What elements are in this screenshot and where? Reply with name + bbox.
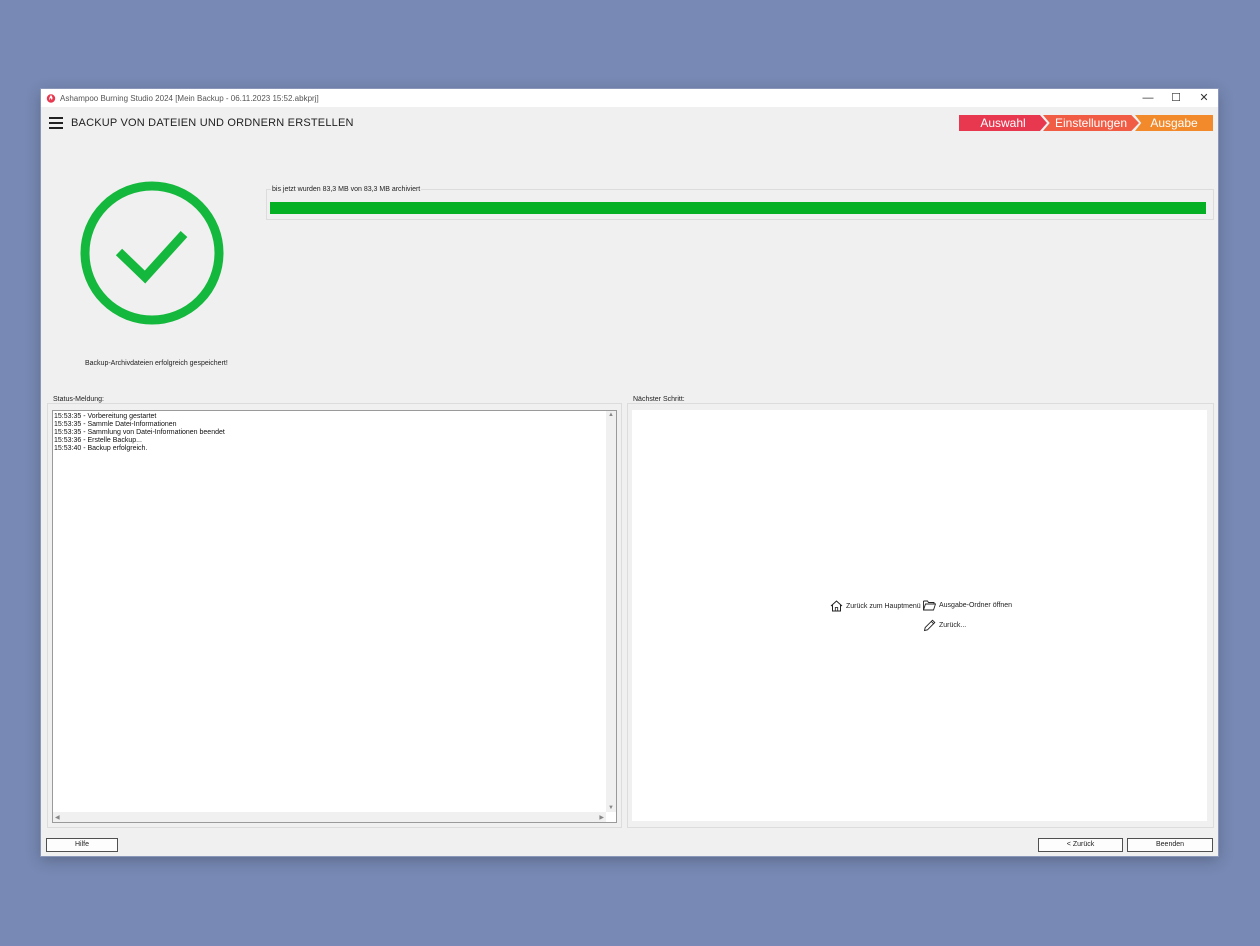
- window-title: Ashampoo Burning Studio 2024 [Mein Backu…: [60, 94, 319, 103]
- page-header: BACKUP VON DATEIEN UND ORDNERN ERSTELLEN…: [41, 107, 1218, 141]
- progress-group: bis jetzt wurden 83,3 MB von 83,3 MB arc…: [266, 186, 1214, 220]
- page-title: BACKUP VON DATEIEN UND ORDNERN ERSTELLEN: [71, 117, 354, 129]
- log-line: 15:53:36 - Erstelle Backup...: [54, 437, 142, 444]
- step-ausgabe: Ausgabe: [1135, 115, 1213, 131]
- title-bar: Ashampoo Burning Studio 2024 [Mein Backu…: [41, 89, 1218, 107]
- next-step-panel: Zurück zum Hauptmenü Ausgabe-Ordner öffn…: [627, 403, 1214, 828]
- next-step-label: Nächster Schritt:: [633, 396, 685, 403]
- back-link[interactable]: Zurück...: [939, 622, 966, 629]
- success-message: Backup-Archivdateien erfolgreich gespeic…: [85, 360, 228, 367]
- log-line: 15:53:35 - Sammle Datei-Informationen: [54, 421, 177, 428]
- open-folder-action[interactable]: Ausgabe-Ordner öffnen: [923, 600, 1012, 611]
- maximize-button[interactable]: ☐: [1162, 89, 1190, 107]
- back-edit-action[interactable]: Zurück...: [923, 619, 966, 632]
- step-auswahl: Auswahl: [959, 115, 1047, 131]
- scroll-up-icon[interactable]: ▲: [608, 412, 614, 418]
- folder-icon: [923, 600, 936, 611]
- scroll-left-icon[interactable]: ◀: [55, 814, 60, 821]
- wizard-steps: Auswahl Einstellungen Ausgabe: [959, 115, 1213, 131]
- app-window: Ashampoo Burning Studio 2024 [Mein Backu…: [41, 89, 1218, 856]
- log-line: 15:53:35 - Vorbereitung gestartet: [54, 413, 157, 420]
- log-line: 15:53:40 - Backup erfolgreich.: [54, 445, 148, 452]
- progress-label: bis jetzt wurden 83,3 MB von 83,3 MB arc…: [271, 186, 422, 193]
- main-menu-link[interactable]: Zurück zum Hauptmenü: [846, 603, 921, 610]
- scroll-right-icon[interactable]: ▶: [599, 814, 604, 821]
- finish-button[interactable]: Beenden: [1127, 838, 1213, 852]
- back-button[interactable]: < Zurück: [1038, 838, 1123, 852]
- main-menu-action[interactable]: Zurück zum Hauptmenü: [830, 600, 921, 612]
- ashampoo-flame-icon: [46, 94, 56, 103]
- log-line: 15:53:35 - Sammlung von Datei-Informatio…: [54, 429, 225, 436]
- progress-bar: [270, 202, 1206, 214]
- status-panel: 15:53:35 - Vorbereitung gestartet 15:53:…: [47, 403, 622, 828]
- next-step-actions: Zurück zum Hauptmenü Ausgabe-Ordner öffn…: [632, 410, 1207, 821]
- status-label: Status-Meldung:: [53, 396, 104, 403]
- success-check-icon: [78, 179, 226, 327]
- menu-icon[interactable]: [49, 117, 63, 129]
- open-folder-link[interactable]: Ausgabe-Ordner öffnen: [939, 602, 1012, 609]
- step-einstellungen: Einstellungen: [1043, 115, 1139, 131]
- status-log-lines: 15:53:35 - Vorbereitung gestartet 15:53:…: [54, 413, 225, 453]
- close-button[interactable]: ✕: [1190, 89, 1218, 107]
- horizontal-scrollbar[interactable]: ◀ ▶: [53, 812, 606, 822]
- scroll-down-icon[interactable]: ▼: [608, 805, 614, 811]
- pencil-icon: [923, 619, 936, 632]
- home-icon: [830, 600, 843, 612]
- minimize-button[interactable]: —: [1134, 89, 1162, 107]
- progress-fill: [270, 202, 1206, 214]
- status-log[interactable]: 15:53:35 - Vorbereitung gestartet 15:53:…: [52, 410, 617, 823]
- help-button[interactable]: Hilfe: [46, 838, 118, 852]
- vertical-scrollbar[interactable]: ▲ ▼: [606, 411, 616, 812]
